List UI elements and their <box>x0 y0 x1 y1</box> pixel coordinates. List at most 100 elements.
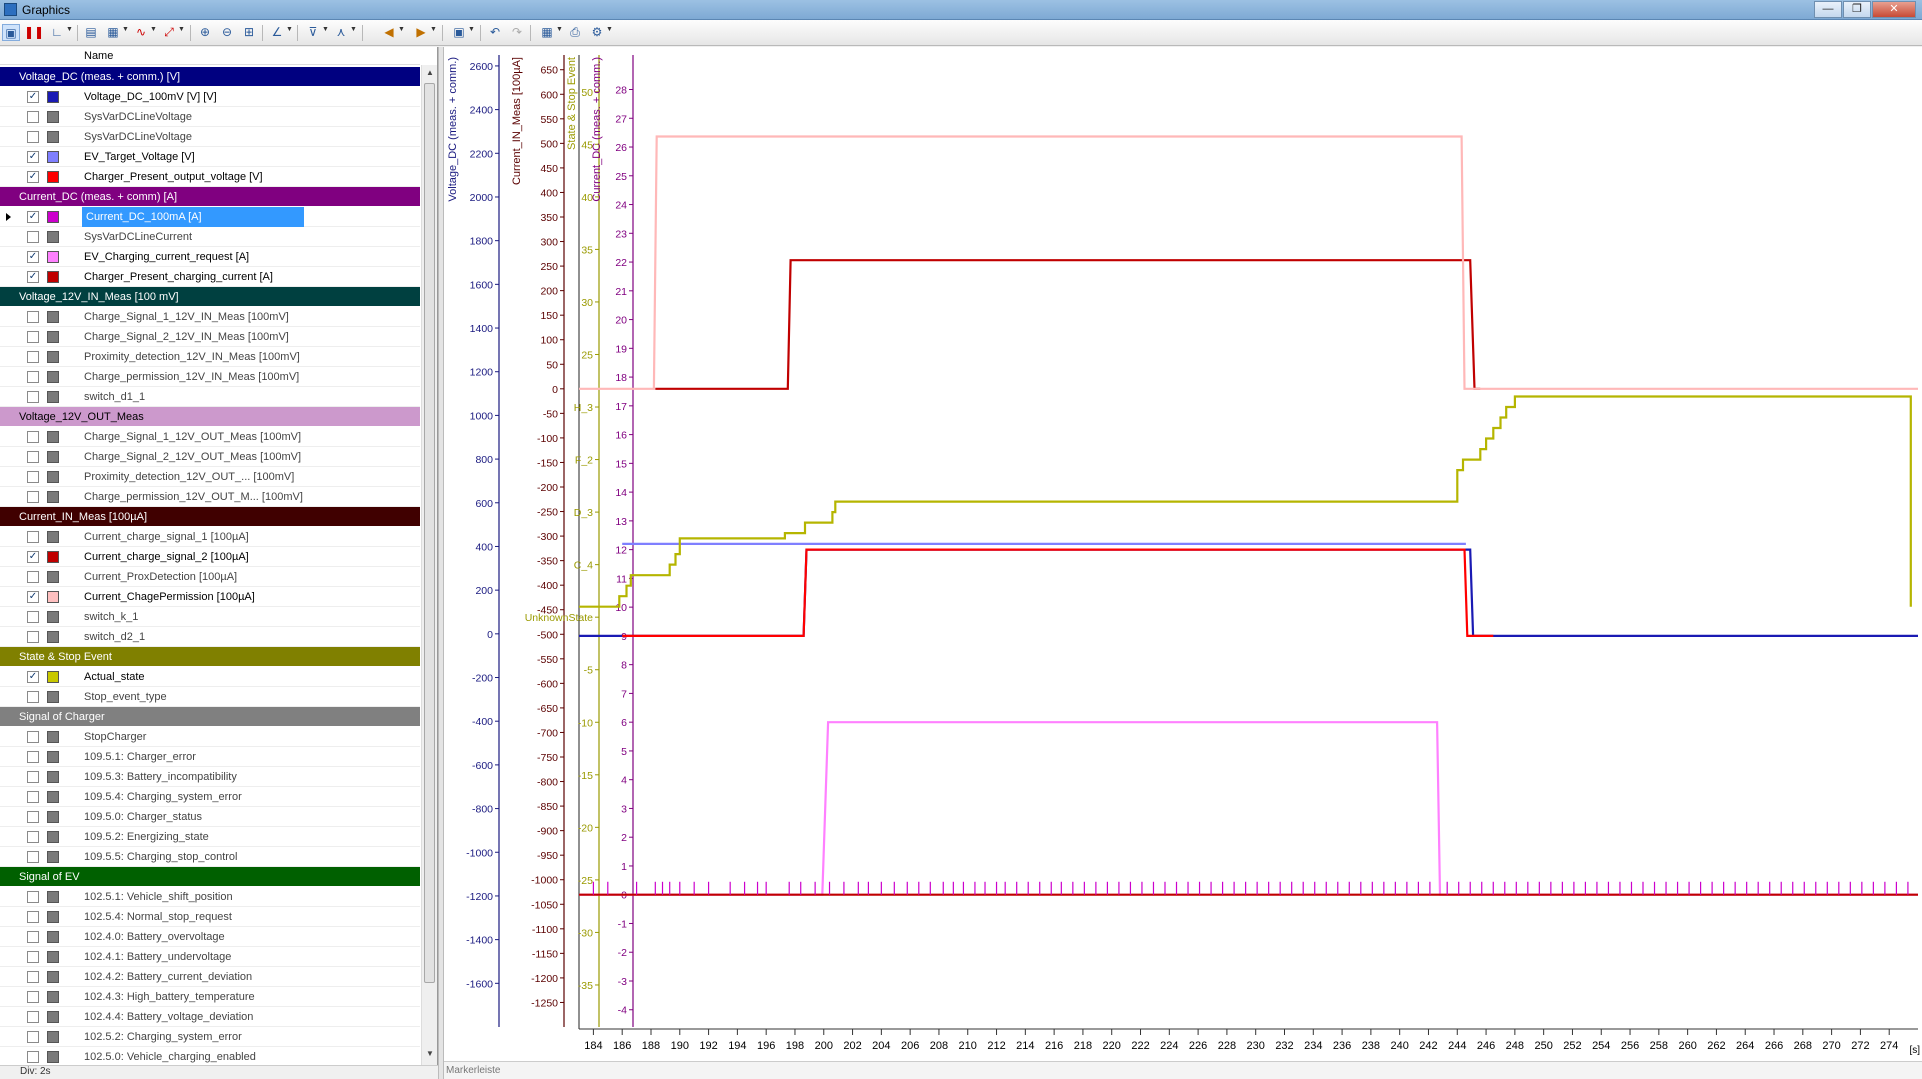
undo-button[interactable]: ↶ <box>486 24 504 41</box>
chevron-down-icon[interactable]: ▼ <box>178 26 185 33</box>
signal-row[interactable]: ✓ Current_charge_signal_2 [100µA] <box>0 547 420 567</box>
signal-row[interactable]: ✓ Charger_Present_charging_current [A] <box>0 267 420 287</box>
chevron-down-icon[interactable]: ▼ <box>322 26 329 33</box>
signal-row[interactable]: Current_ProxDetection [100µA] <box>0 567 420 587</box>
chevron-down-icon[interactable]: ▼ <box>468 26 475 33</box>
signal-checkbox[interactable] <box>27 351 39 363</box>
signal-row[interactable]: 109.5.1: Charger_error <box>0 747 420 767</box>
signal-color-swatch[interactable] <box>47 991 59 1003</box>
signal-color-swatch[interactable] <box>47 331 59 343</box>
axis-button[interactable]: ∟ <box>48 24 66 41</box>
signal-color-swatch[interactable] <box>47 431 59 443</box>
previous-button[interactable]: ◀ <box>380 24 398 41</box>
signal-row[interactable]: 102.5.4: Normal_stop_request <box>0 907 420 927</box>
signal-row[interactable]: switch_d1_1 <box>0 387 420 407</box>
signal-color-swatch[interactable] <box>47 911 59 923</box>
name-column-header[interactable]: Name <box>84 50 113 62</box>
signal-checkbox[interactable] <box>27 691 39 703</box>
signal-color-swatch[interactable] <box>47 131 59 143</box>
signal-checkbox[interactable] <box>27 771 39 783</box>
signal-checkbox[interactable] <box>27 631 39 643</box>
signal-color-swatch[interactable] <box>47 211 59 223</box>
zoom-box-button[interactable]: ⊞ <box>240 24 258 41</box>
next-button[interactable]: ▶ <box>412 24 430 41</box>
signal-checkbox[interactable]: ✓ <box>27 671 39 683</box>
signal-row[interactable]: ✓ Charger_Present_output_voltage [V] <box>0 167 420 187</box>
chevron-down-icon[interactable]: ▼ <box>350 26 357 33</box>
settings-button[interactable]: ⚙ <box>588 24 606 41</box>
signal-color-swatch[interactable] <box>47 1011 59 1023</box>
chevron-down-icon[interactable]: ▼ <box>66 26 73 33</box>
signal-row[interactable]: 102.5.2: Charging_system_error <box>0 1027 420 1047</box>
signal-row[interactable]: 109.5.0: Charger_status <box>0 807 420 827</box>
marker2-button[interactable]: ⋏ <box>332 24 350 41</box>
close-button[interactable]: ✕ <box>1872 1 1916 18</box>
signal-group-header[interactable]: Current_DC (meas. + comm) [A] <box>0 187 420 207</box>
signal-checkbox[interactable] <box>27 831 39 843</box>
signal-row[interactable]: ✓ Actual_state <box>0 667 420 687</box>
signal-checkbox[interactable] <box>27 811 39 823</box>
signal-checkbox[interactable] <box>27 1031 39 1043</box>
signal-color-swatch[interactable] <box>47 571 59 583</box>
signal-row[interactable]: SysVarDCLineVoltage <box>0 127 420 147</box>
signal-row[interactable]: Proximity_detection_12V_OUT_... [100mV] <box>0 467 420 487</box>
signal-checkbox[interactable] <box>27 131 39 143</box>
layout-button[interactable]: ▣ <box>450 24 468 41</box>
line-style-button[interactable]: ∿ <box>132 24 150 41</box>
signal-group-header[interactable]: Voltage_DC (meas. + comm.) [V] <box>0 67 420 87</box>
signal-group-header[interactable]: Current_IN_Meas [100µA] <box>0 507 420 527</box>
print-button[interactable]: ⎙ <box>566 24 584 41</box>
signal-color-swatch[interactable] <box>47 151 59 163</box>
signal-checkbox[interactable]: ✓ <box>27 251 39 263</box>
signal-color-swatch[interactable] <box>47 611 59 623</box>
signal-checkbox[interactable] <box>27 431 39 443</box>
signal-row[interactable]: ✓ Current_ChagePermission [100µA] <box>0 587 420 607</box>
signal-color-swatch[interactable] <box>47 671 59 683</box>
chevron-down-icon[interactable]: ▼ <box>150 26 157 33</box>
signal-checkbox[interactable] <box>27 531 39 543</box>
vertical-scrollbar[interactable]: ▲ ▼ <box>421 65 437 1065</box>
signal-color-swatch[interactable] <box>47 491 59 503</box>
signal-row[interactable]: switch_d2_1 <box>0 627 420 647</box>
signal-checkbox[interactable] <box>27 391 39 403</box>
signal-color-swatch[interactable] <box>47 111 59 123</box>
signal-row[interactable]: 102.4.3: High_battery_temperature <box>0 987 420 1007</box>
signal-checkbox[interactable] <box>27 791 39 803</box>
signal-row[interactable]: Charge_Signal_1_12V_IN_Meas [100mV] <box>0 307 420 327</box>
signal-checkbox[interactable] <box>27 951 39 963</box>
signal-chart[interactable]: -1600-1400-1200-1000-800-600-400-2000200… <box>444 47 1922 1061</box>
signal-color-swatch[interactable] <box>47 891 59 903</box>
signal-row[interactable]: StopCharger <box>0 727 420 747</box>
signal-row[interactable]: 109.5.5: Charging_stop_control <box>0 847 420 867</box>
scroll-up-icon[interactable]: ▲ <box>426 68 434 77</box>
signal-row[interactable]: Charge_permission_12V_IN_Meas [100mV] <box>0 367 420 387</box>
signal-row[interactable]: 109.5.2: Energizing_state <box>0 827 420 847</box>
signal-checkbox[interactable] <box>27 891 39 903</box>
signal-checkbox[interactable] <box>27 851 39 863</box>
signal-color-swatch[interactable] <box>47 971 59 983</box>
signal-color-swatch[interactable] <box>47 851 59 863</box>
signal-color-swatch[interactable] <box>47 1031 59 1043</box>
signal-checkbox[interactable] <box>27 611 39 623</box>
signal-checkbox[interactable] <box>27 931 39 943</box>
signal-checkbox[interactable] <box>27 471 39 483</box>
signal-color-swatch[interactable] <box>47 371 59 383</box>
signal-checkbox[interactable] <box>27 731 39 743</box>
chevron-down-icon[interactable]: ▼ <box>430 26 437 33</box>
signal-layout-button[interactable]: ▤ <box>82 24 100 41</box>
signal-checkbox[interactable] <box>27 491 39 503</box>
pause-button[interactable]: ❚❚ <box>24 24 44 41</box>
signal-color-swatch[interactable] <box>47 451 59 463</box>
export-button[interactable]: ▦ <box>538 24 556 41</box>
signal-color-swatch[interactable] <box>47 771 59 783</box>
chevron-down-icon[interactable]: ▼ <box>122 26 129 33</box>
signal-checkbox[interactable]: ✓ <box>27 211 39 223</box>
signal-color-swatch[interactable] <box>47 731 59 743</box>
signal-row[interactable]: ✓ Voltage_DC_100mV [V] [V] <box>0 87 420 107</box>
signal-checkbox[interactable] <box>27 991 39 1003</box>
signal-group-header[interactable]: Signal of Charger <box>0 707 420 727</box>
signal-row[interactable]: Charge_Signal_2_12V_OUT_Meas [100mV] <box>0 447 420 467</box>
measure-button[interactable]: ∠ <box>268 24 286 41</box>
signal-row[interactable]: ✓ EV_Target_Voltage [V] <box>0 147 420 167</box>
signal-row[interactable]: Charge_permission_12V_OUT_M... [100mV] <box>0 487 420 507</box>
